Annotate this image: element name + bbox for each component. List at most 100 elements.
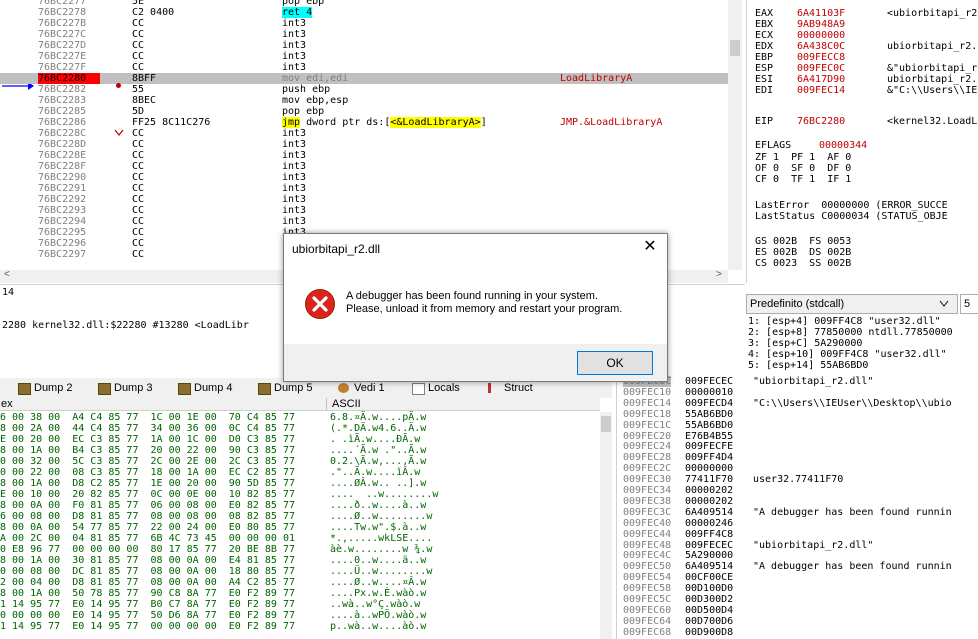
eflags-row[interactable]: EFLAGS 00000344 [755,140,867,151]
last-status-row[interactable]: LastStatus C0000034 (STATUS_OBJE [755,211,948,222]
stack-row[interactable]: 009FEC44 009FF4C8 [623,529,733,540]
dump-hex-row[interactable]: 8 00 2A 00 44 C4 85 77 34 00 36 00 0C C4… [0,423,295,434]
call-arg-row[interactable]: 5: [esp+14] 55AB6BD0 [748,360,868,371]
disasm-row[interactable]: 76BC228D CC int3 [0,139,728,150]
stack-row[interactable]: 009FEC58 00D100D0 [623,583,733,594]
tab-dump-3[interactable]: Dump 3 [96,380,153,396]
disasm-row[interactable]: 76BC2292 CC int3 [0,194,728,205]
dump-hex-row[interactable]: 6 00 08 00 D8 81 85 77 08 00 08 00 08 82… [0,511,295,522]
dump-ascii-row[interactable]: ..wà..w°Ç.wàò.w [330,599,420,610]
disasm-row[interactable]: 76BC228F CC int3 [0,161,728,172]
dump-ascii-row[interactable]: . .ìÃ.w....ÐÃ.w [330,434,420,445]
dump-hex-row[interactable]: 0 00 22 00 08 C3 85 77 18 00 1A 00 EC C2… [0,467,295,478]
call-arg-row[interactable]: 2: [esp+8] 77850000 ntdll.77850000 [748,327,953,338]
arg-count-input[interactable]: 5 [960,294,978,314]
stack-row[interactable]: 009FEC24 009FECFE [623,441,733,452]
stack-row[interactable]: 009FEC10 00000010 [623,387,733,398]
segment-row[interactable]: CS 0023 SS 002B [755,258,851,269]
disasm-row[interactable]: 76BC2294 CC int3 [0,216,728,227]
dump-hex-row[interactable]: 0 00 08 00 DC 81 85 77 08 00 0A 00 18 80… [0,566,295,577]
disasm-row[interactable]: 76BC2280 8BFF mov edi,edi LoadLibraryA [0,73,728,84]
dump-hex-row[interactable]: 8 00 1A 00 50 78 85 77 90 C8 8A 77 E0 F2… [0,588,295,599]
register-row[interactable]: EDX 6A438C0C ubiorbitapi_r2. [755,41,977,52]
dump-hex-row[interactable]: 8 00 0A 00 54 77 85 77 22 00 24 00 E0 80… [0,522,295,533]
dump-ascii-row[interactable]: àè.w........w ¾.w [330,544,432,555]
dump-ascii-row[interactable]: ....Ø..w........w [330,511,432,522]
dump-hex-row[interactable]: 1 14 95 77 E0 14 95 77 00 00 00 00 E0 F2… [0,621,295,632]
dump-hex-row[interactable]: E 00 10 00 20 82 85 77 0C 00 0E 00 10 82… [0,489,295,500]
disasm-row[interactable]: 76BC2291 CC int3 [0,183,728,194]
eip-row[interactable]: EIP 76BC2280 <kernel32.LoadL [755,116,977,127]
dump-scroll-thumb[interactable] [601,416,611,432]
flags-row[interactable]: OF 0 SF 0 DF 0 [755,163,851,174]
stack-row[interactable]: 009FEC48 009FECEC "ubiorbitapi_r2.dll" [623,540,873,551]
registers-pane[interactable]: EAX 6A41103F <ubiorbitapi_r2. EBX 9AB948A9 EC… [746,0,978,283]
stack-row[interactable]: 009FEC18 55AB6BD0 [623,409,733,420]
stack-row[interactable]: 009FEC64 00D700D6 [623,616,733,627]
call-convention-select[interactable]: Predefinito (stdcall) [746,294,958,314]
dump-vertical-scrollbar[interactable] [600,412,612,639]
stack-row[interactable]: 009FEC20 E76B4B55 [623,431,733,442]
dump-ascii-row[interactable]: 6.8.¤Ä.w....pÄ.w [330,412,426,423]
stack-row[interactable]: 009FEC3C 6A409514 "A debugger has been fou… [623,507,952,518]
tab-dump-2[interactable]: Dump 2 [16,380,73,396]
dump-ascii-row[interactable]: 0.2.\Ã.w,...,Ã.w [330,456,426,467]
stack-row[interactable]: 009FEC54 00CF00CE [623,572,733,583]
disasm-row[interactable]: 76BC2285 5D pop ebp [0,106,728,117]
dump-hex-row[interactable]: 0 00 32 00 5C C3 85 77 2C 00 2E 00 2C C3… [0,456,295,467]
disasm-row[interactable]: 76BC2278 C2 0400 ret 4 [0,7,728,18]
disasm-vertical-scrollbar[interactable] [728,0,742,270]
disasm-row[interactable]: 76BC227C CC int3 [0,29,728,40]
stack-row[interactable]: 009FEC38 00000202 [623,496,733,507]
dump-hex-row[interactable]: 2 00 04 00 D8 81 85 77 08 00 0A 00 A4 C2… [0,577,295,588]
dump-ascii-row[interactable]: p..wà..w....àò.w [330,621,426,632]
dump-pane[interactable]: ex ASCII 6 00 38 00 A4 C4 85 77 1C 00 1E… [0,398,612,639]
stack-row[interactable]: 009FEC40 00000246 [623,518,733,529]
stack-row[interactable]: 009FEC5C 00D300D2 [623,594,733,605]
dump-ascii-row[interactable]: (.*.DÄ.w4.6..Ä.w [330,423,426,434]
disasm-row[interactable]: 76BC2290 CC int3 [0,172,728,183]
register-row[interactable]: ESP 009FEC0C &"ubiorbitapi_r2 [755,63,978,74]
stack-row[interactable]: 009FEC34 00000202 [623,485,733,496]
stack-row[interactable]: 009FEC28 009FF4D4 [623,452,733,463]
tab-vedi-1[interactable]: Vedi 1 [336,380,385,396]
dump-ascii-row[interactable]: ....Tw.w".$.à..w [330,522,426,533]
stack-row[interactable]: 009FEC50 6A409514 "A debugger has been fou… [623,561,952,572]
stack-row[interactable]: 009FEC4C 5A290000 [623,550,733,561]
dump-ascii-row[interactable]: ....Ø..w....¤Â.w [330,577,426,588]
dump-ascii-row[interactable]: ....ØÂ.w.. ..].w [330,478,426,489]
disasm-row[interactable]: 76BC227F CC int3 [0,62,728,73]
disasm-row[interactable]: 76BC2286 FF25 8C11C276 jmp dword ptr ds:[<… [0,117,728,128]
tab-locals[interactable]: Locals [410,380,460,396]
stack-row[interactable]: 009FEC14 009FECD4 "C:\\Users\\IEUser\\Desk… [623,398,952,409]
call-arg-row[interactable]: 4: [esp+10] 009FF4C8 "user32.dll" [748,349,947,360]
register-row[interactable]: EAX 6A41103F <ubiorbitapi_r2. [755,8,978,19]
tab-dump-5[interactable]: Dump 5 [256,380,313,396]
register-row[interactable]: ESI 6A417D90 ubiorbitapi_r2. [755,74,977,85]
breakpoint-dot-icon[interactable] [116,83,121,88]
flags-row[interactable]: CF 0 TF 1 IF 1 [755,174,851,185]
dump-ascii-row[interactable]: ....Px.w.È.wàò.w [330,588,426,599]
flags-row[interactable]: ZF 1 PF 1 AF 0 [755,152,851,163]
disasm-row[interactable]: 76BC2277 5E pop ebp [0,0,728,7]
call-arg-row[interactable]: 3: [esp+C] 5A290000 [748,338,862,349]
dump-hex-row[interactable]: 8 00 1A 00 D8 C2 85 77 1E 00 20 00 90 5D… [0,478,295,489]
disasm-row[interactable]: 76BC228C CC int3 [0,128,728,139]
call-arg-row[interactable]: 1: [esp+4] 009FF4C8 "user32.dll" [748,316,941,327]
stack-pane[interactable]: 009FEC0C009FECEC"ubiorbitapi_r2.dll"009F… [616,374,978,639]
disasm-scroll-thumb[interactable] [730,40,740,56]
dialog-close-button[interactable]: ✕ [641,238,659,256]
last-error-row[interactable]: LastError 00000000 (ERROR_SUCCE [755,200,948,211]
dump-ascii-row[interactable]: ....Ü..w........w [330,566,432,577]
dump-hex-row[interactable]: 1 14 95 77 E0 14 95 77 B0 C7 8A 77 E0 F2… [0,599,295,610]
tab-struct[interactable]: Struct [486,380,533,396]
disasm-row[interactable]: 76BC2293 CC int3 [0,205,728,216]
disasm-row[interactable]: 76BC2282 55 push ebp [0,84,728,95]
stack-row[interactable]: 009FEC30 77411F70 user32.77411F70 [623,474,843,485]
dump-hex-row[interactable]: A 00 2C 00 04 81 85 77 6B 4C 73 45 00 00… [0,533,295,544]
dump-hex-row[interactable]: 8 00 1A 00 B4 C3 85 77 20 00 22 00 90 C3… [0,445,295,456]
dump-hex-row[interactable]: 8 00 1A 00 30 81 85 77 08 00 0A 00 E4 81… [0,555,295,566]
dump-hex-row[interactable]: 0 00 00 00 E0 14 95 77 50 D6 8A 77 E0 F2… [0,610,295,621]
dump-hex-row[interactable]: 6 00 38 00 A4 C4 85 77 1C 00 1E 00 70 C4… [0,412,295,423]
dump-ascii-row[interactable]: ."..Ã.w....ìÂ.w [330,467,420,478]
